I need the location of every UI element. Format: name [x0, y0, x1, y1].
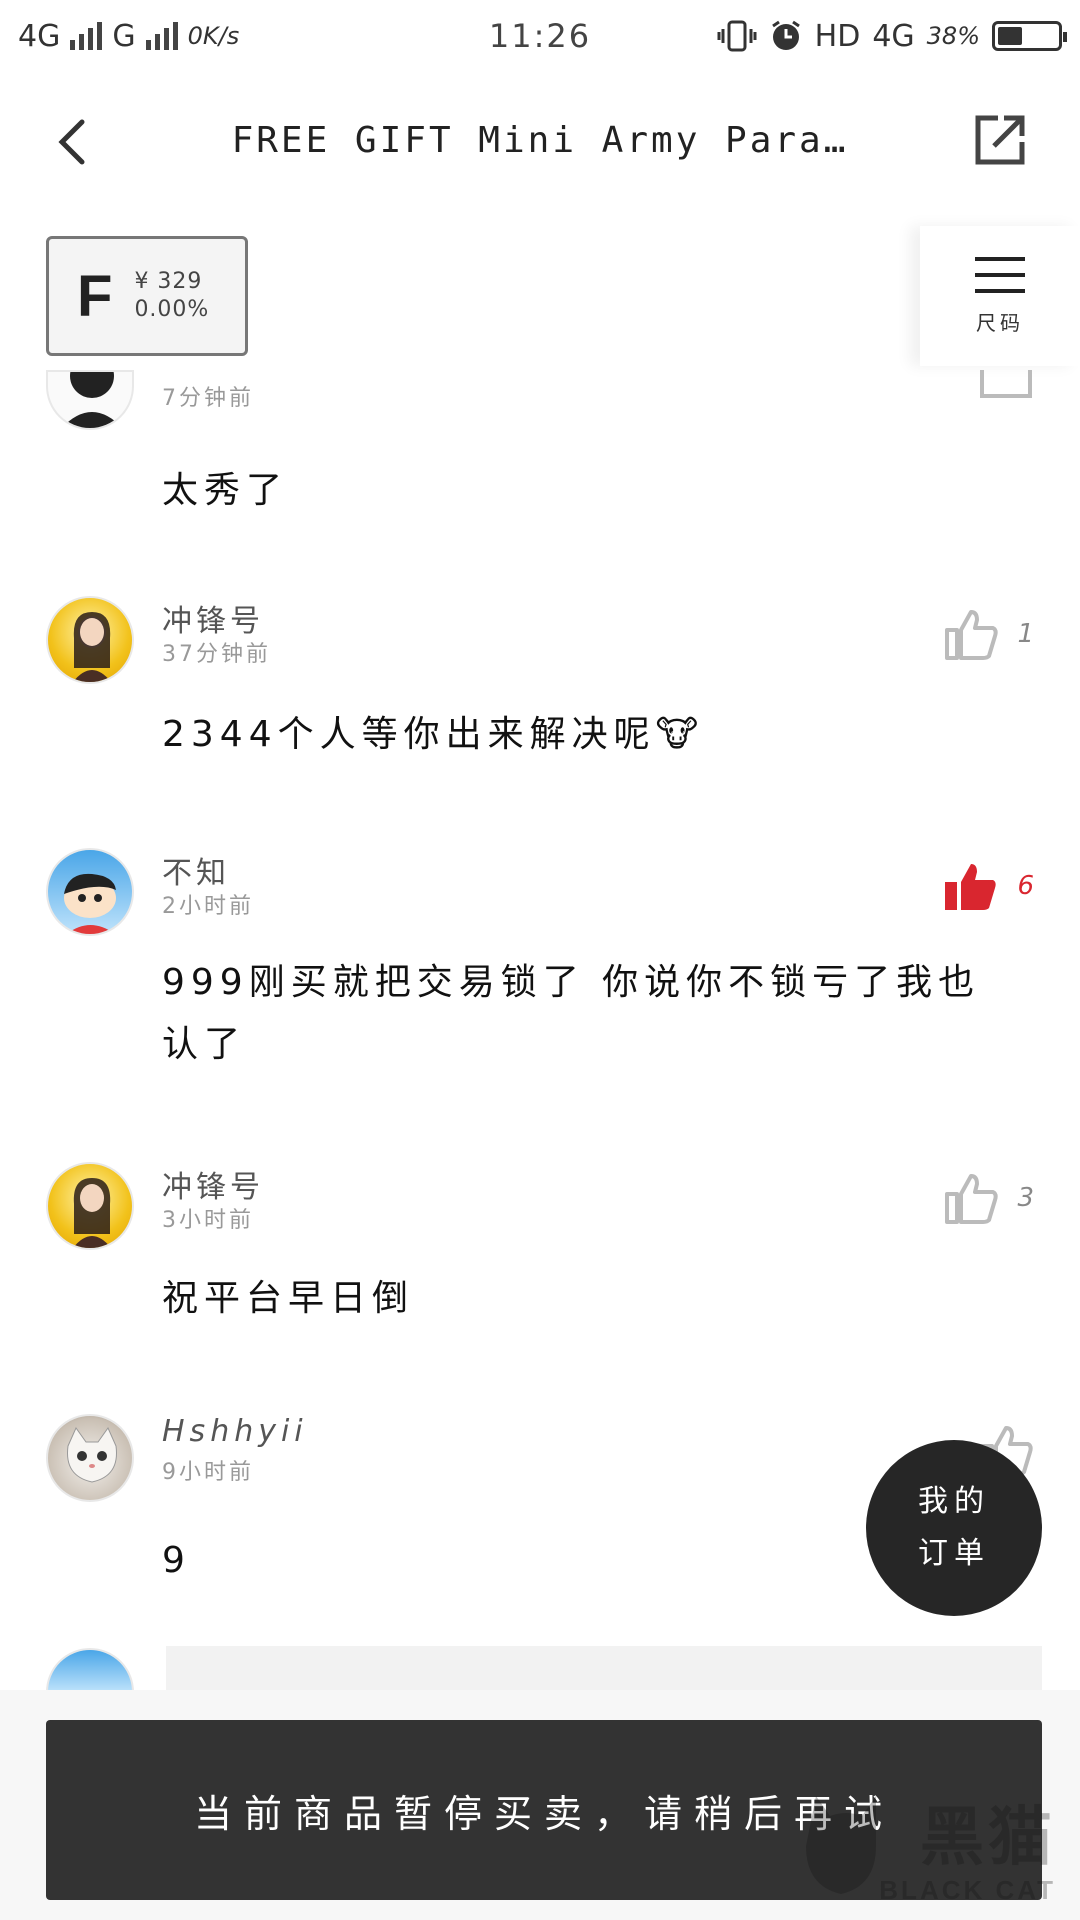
price-box[interactable]: F ¥ 329 0.00%: [46, 236, 248, 356]
watermark-en: BLACK CAT: [879, 1875, 1056, 1905]
avatar-cartoon-icon: [64, 873, 116, 934]
watermark-logo: 黑猫 BLACK CAT: [796, 1786, 1056, 1906]
my-orders-line-2: 订单: [918, 1536, 990, 1571]
watermark-cn: 黑猫: [920, 1801, 1056, 1875]
price-change: 0.00%: [134, 297, 210, 322]
like-button[interactable]: 6: [943, 860, 1034, 912]
share-icon[interactable]: [972, 112, 1028, 168]
like-count: 1: [1017, 619, 1034, 649]
like-button[interactable]: 3: [943, 1172, 1034, 1224]
comment-text: 999刚买就把交易锁了 你说你不锁亏了我也认了: [162, 962, 981, 1065]
black-cat-logo-icon: [806, 1796, 876, 1894]
comment-author[interactable]: 冲锋号: [162, 1162, 264, 1206]
nav-bar: FREE GIFT Mini Army Para…: [0, 90, 1080, 190]
size-panel-button[interactable]: 尺码: [920, 226, 1080, 366]
comment-time: 2小时前: [162, 894, 254, 919]
size-letter: F: [77, 263, 113, 329]
comment-time: 9小时前: [162, 1460, 254, 1485]
my-orders-label: 我的 订单: [918, 1476, 990, 1580]
like-count: 6: [1017, 871, 1034, 901]
thumbs-up-icon: [945, 610, 999, 660]
avatar[interactable]: [46, 1414, 134, 1502]
thumbs-up-icon[interactable]: [978, 370, 1034, 400]
avatar[interactable]: [46, 596, 134, 684]
comment-author[interactable]: 冲锋号: [162, 596, 264, 640]
comment-text: 2344个人等你出来解决呢🐮: [162, 714, 705, 755]
comment-author[interactable]: Hshhyii: [162, 1414, 308, 1449]
avatar[interactable]: [46, 1648, 134, 1694]
status-time: 11:26: [488, 17, 592, 55]
avatar-cat-icon: [67, 1426, 117, 1483]
page-title: FREE GIFT Mini Army Para…: [231, 119, 849, 161]
comment-time: 7分钟前: [162, 386, 254, 411]
avatar[interactable]: [46, 848, 134, 936]
price-info: ¥ 329 0.00%: [134, 268, 209, 324]
size-label: 尺码: [976, 310, 1024, 335]
comment-text: 祝平台早日倒: [162, 1278, 415, 1319]
avatar-silhouette-icon: [61, 372, 123, 428]
price-value: ¥ 329: [134, 269, 203, 294]
thumbs-up-icon: [945, 1174, 999, 1224]
avatar-portrait-icon: [73, 1178, 111, 1248]
avatar[interactable]: [46, 370, 134, 430]
my-orders-line-1: 我的: [918, 1484, 990, 1519]
comment-author[interactable]: 不知: [162, 848, 230, 892]
thumbs-up-filled-icon: [945, 864, 997, 910]
battery-icon: [992, 21, 1067, 51]
comment-text: 太秀了: [162, 470, 289, 511]
status-bar: 4G G 0K/s 11:26 HD 4G 38%: [0, 0, 1080, 72]
comment-time: 3小时前: [162, 1208, 254, 1233]
like-count: 3: [1017, 1183, 1034, 1213]
avatar[interactable]: [46, 1162, 134, 1250]
like-button[interactable]: 1: [943, 608, 1034, 660]
avatar-portrait-icon: [73, 612, 111, 682]
my-orders-button[interactable]: 我的 订单: [866, 1440, 1042, 1616]
comment-time: 37分钟前: [162, 642, 271, 667]
menu-icon: [975, 256, 1025, 293]
